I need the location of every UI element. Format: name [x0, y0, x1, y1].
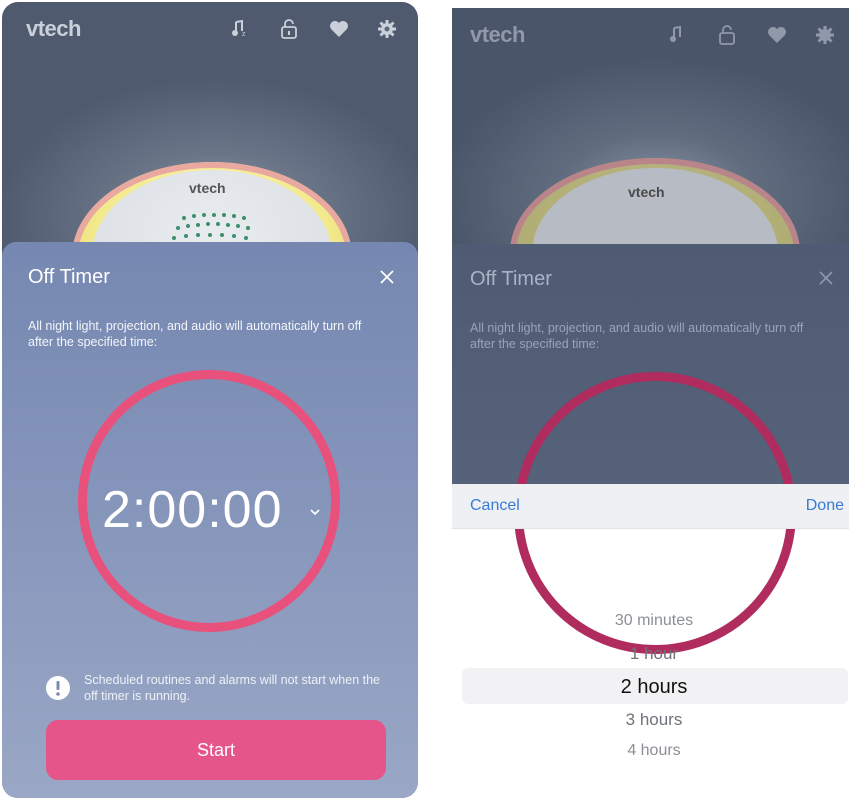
gear-icon[interactable] — [376, 18, 398, 40]
device-logo: vtech — [628, 184, 665, 200]
picker-option[interactable]: 4 hours — [452, 742, 849, 760]
music-note-icon — [666, 24, 688, 46]
sheet-title: Off Timer — [28, 266, 110, 288]
vtech-logo: vtech — [26, 16, 81, 41]
sheet-description: All night light, projection, and audio w… — [470, 321, 804, 351]
sheet-description: All night light, projection, and audio w… — [28, 319, 362, 349]
sheet-title: Off Timer — [470, 268, 552, 290]
picker-option[interactable]: 1 hour — [452, 644, 849, 664]
done-button[interactable]: Done — [806, 497, 844, 515]
warning-text: Scheduled routines and alarms will not s… — [84, 673, 380, 703]
picker-option[interactable]: 3 hours — [452, 710, 849, 730]
chevron-down-icon[interactable] — [310, 504, 320, 516]
lock-icon[interactable] — [278, 18, 300, 40]
exclamation-icon — [46, 676, 70, 700]
heart-icon — [766, 24, 788, 46]
svg-text:z: z — [242, 31, 246, 38]
speaker-grille — [172, 213, 250, 240]
heart-icon[interactable] — [328, 18, 350, 40]
vtech-logo: vtech — [470, 22, 525, 47]
cancel-button[interactable]: Cancel — [470, 497, 520, 515]
close-icon — [818, 270, 836, 288]
start-button[interactable]: Start — [46, 720, 386, 780]
close-icon[interactable] — [378, 268, 396, 286]
off-timer-sheet-dimmed: Off Timer All night light, projection, a… — [452, 244, 849, 654]
device-logo: vtech — [189, 180, 226, 196]
lock-icon — [716, 24, 738, 46]
gear-icon — [814, 24, 836, 46]
picker-toolbar: Cancel Done — [452, 484, 849, 529]
music-note-icon[interactable]: z — [228, 18, 250, 40]
off-timer-sheet: Off Timer All night light, projection, a… — [2, 242, 418, 798]
top-bar: vtech z — [2, 2, 418, 58]
timer-value[interactable]: 2:00:00 — [102, 480, 283, 540]
left-screen: vtech z vtech Off Timer All night light,… — [2, 2, 418, 798]
right-screen: vtech vtech Off Timer All night light, p… — [452, 8, 849, 798]
picker-option[interactable]: 30 minutes — [452, 612, 849, 630]
picker-option-selected[interactable]: 2 hours — [452, 676, 849, 699]
top-bar-dimmed: vtech — [452, 8, 849, 64]
